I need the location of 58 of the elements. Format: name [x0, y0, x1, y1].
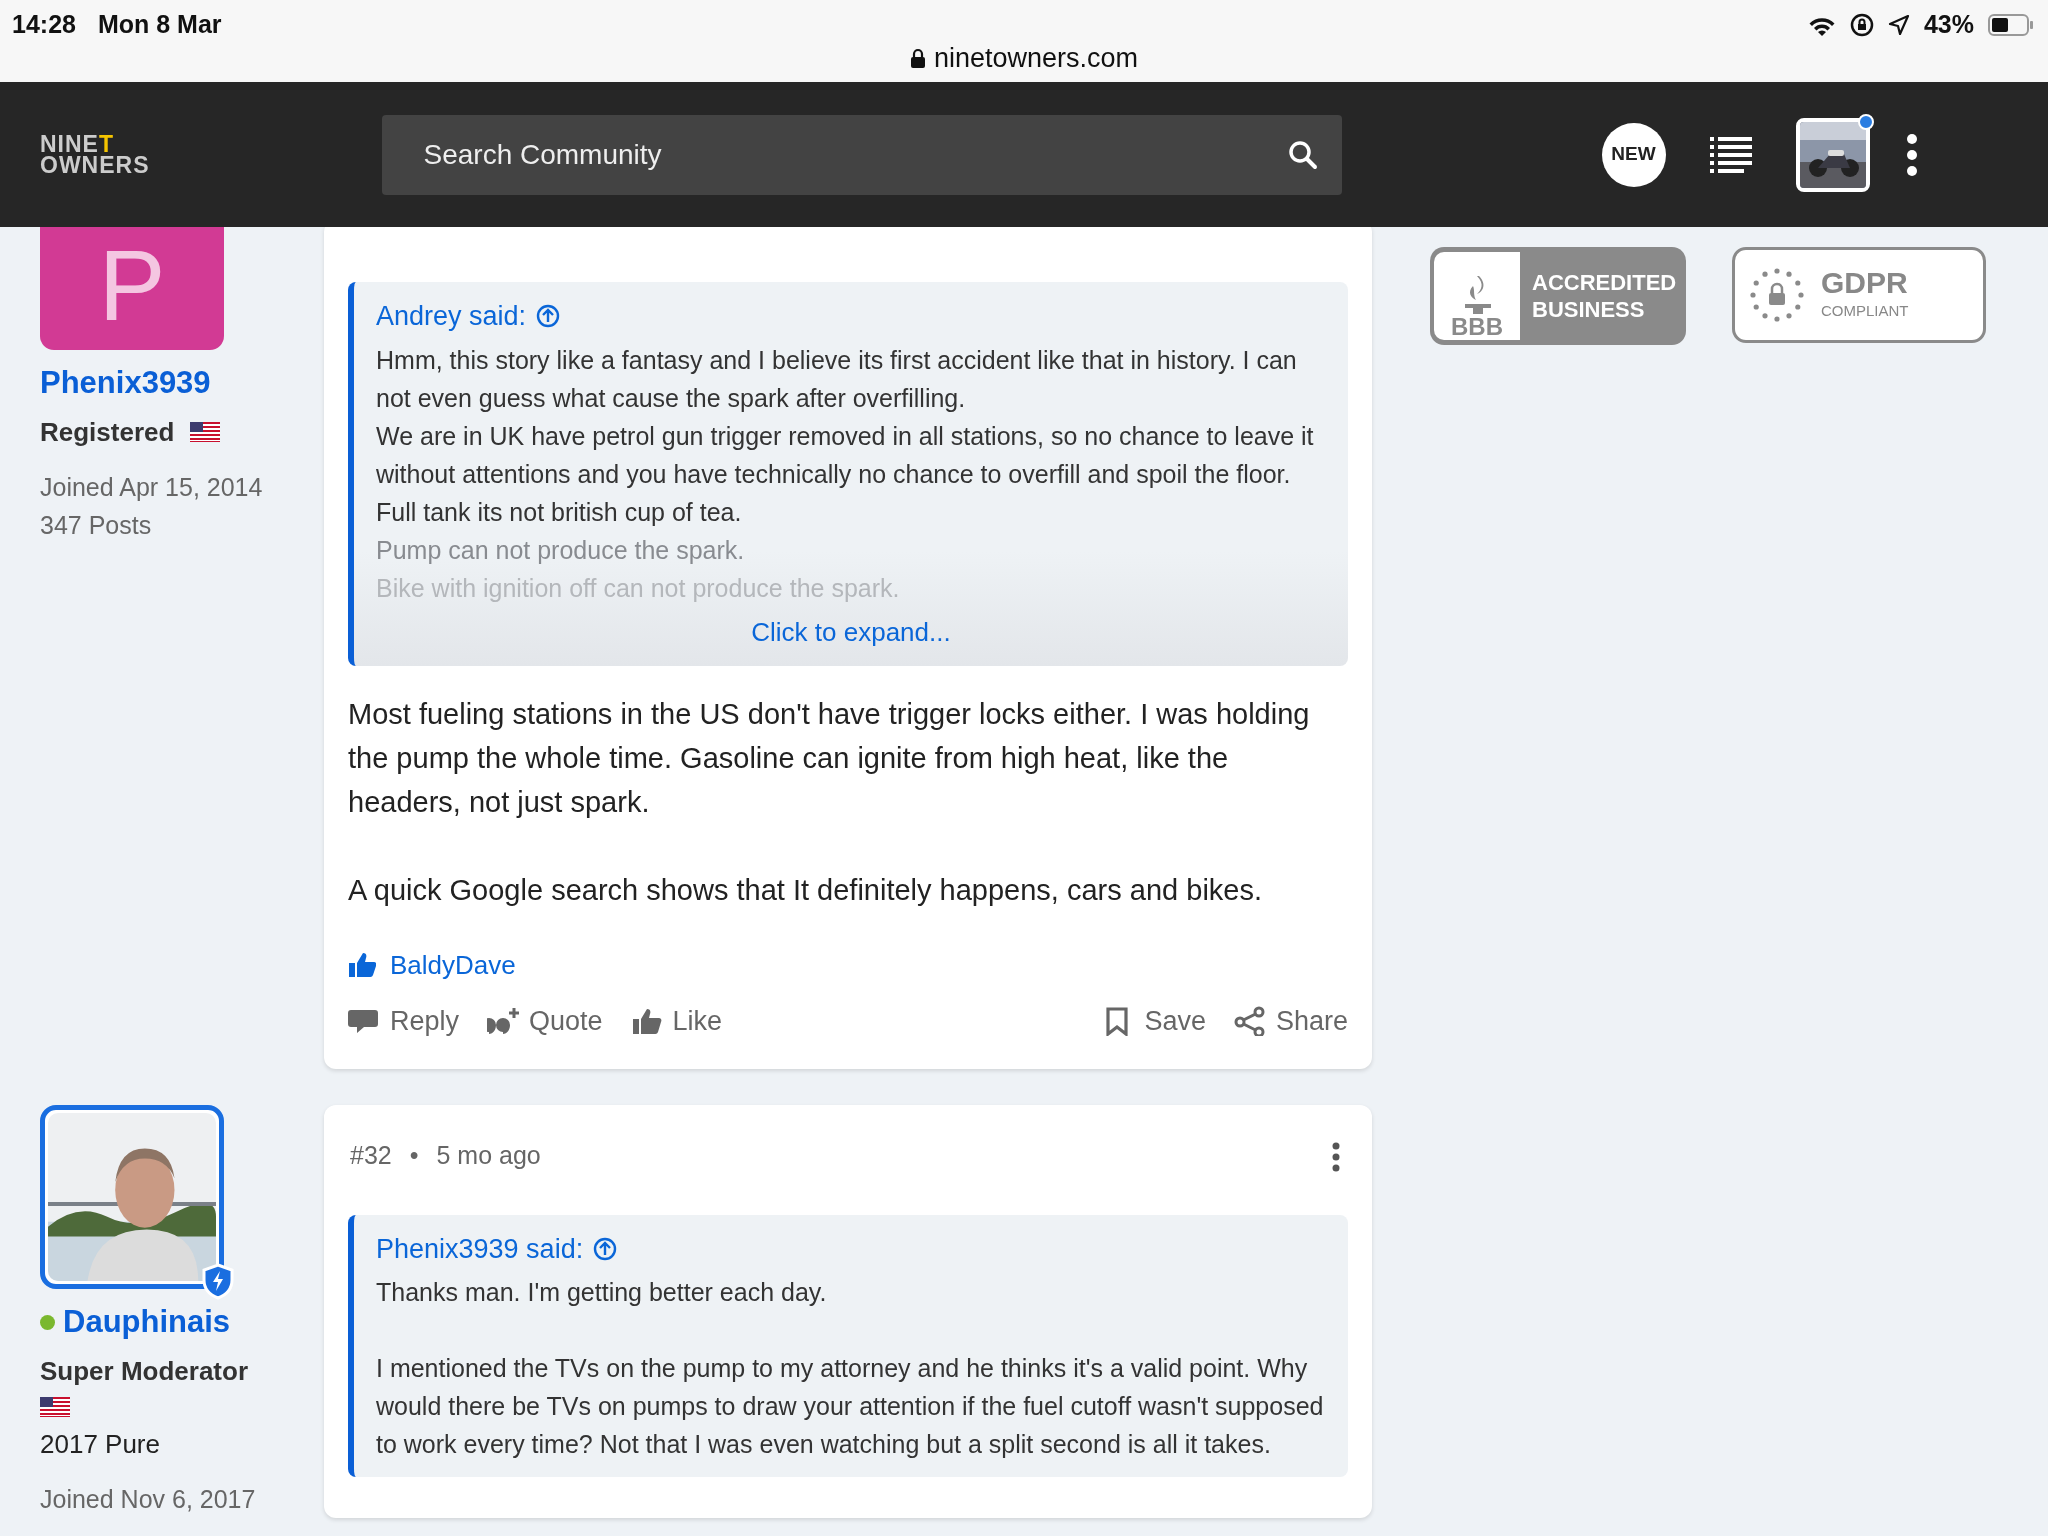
- rotation-lock-icon: [1849, 12, 1874, 37]
- quote-icon: [487, 1005, 520, 1036]
- share-icon: [1233, 1005, 1266, 1036]
- search-field[interactable]: Search Community: [381, 114, 1342, 195]
- compliance-badge[interactable]: GDPR COMPLIANT: [1732, 247, 1986, 343]
- user-avatar[interactable]: P: [40, 227, 224, 350]
- new-button[interactable]: NEW: [1601, 122, 1666, 187]
- action-button[interactable]: Quote: [487, 1000, 603, 1041]
- user-role: Registered: [40, 415, 175, 449]
- quote-author-link[interactable]: Phenix3939 said:: [376, 1228, 618, 1269]
- quote-author-link[interactable]: Andrey said:: [376, 296, 561, 337]
- quote-text: Hmm, this story like a fantasy and I believe its first accident like that in history. I can not even guess what cause the spark after overfilling.: [376, 344, 1298, 414]
- arrow-up-circle-icon[interactable]: [536, 304, 561, 329]
- separator-dot: •: [409, 1140, 419, 1171]
- action-button[interactable]: Share: [1233, 1000, 1348, 1041]
- user-stat: 347 Posts: [40, 509, 153, 541]
- list-icon[interactable]: [1709, 135, 1752, 174]
- post-text: A quick Google search shows that It definitely happens, cars and bikes.: [348, 872, 1264, 908]
- more-icon[interactable]: [1905, 133, 1918, 176]
- action-button[interactable]: Like: [630, 1000, 723, 1041]
- user-role: Super Moderator: [40, 1354, 249, 1388]
- badge-text: BUSINESS: [1532, 296, 1646, 323]
- quote-text: We are in UK have petrol gun trigger removed in all stations, so no chance to leave it without attentions and you have technically no chance to overfill and spoil the floor. Full tank its not british cup of tea.: [376, 420, 1315, 528]
- liker-link[interactable]: BaldyDave: [390, 945, 516, 985]
- thumbs-up-icon: [348, 951, 376, 979]
- post-number-link[interactable]: #32: [350, 1137, 392, 1175]
- user-bike: 2017 Pure: [40, 1427, 161, 1461]
- expand-link[interactable]: Click to expand...: [376, 612, 1326, 652]
- badge-mark: BBB: [1451, 314, 1503, 340]
- battery-percent: 43%: [1923, 9, 1974, 40]
- quote-text: Thanks man. I'm getting better each day.: [376, 1277, 828, 1308]
- location-icon: [1887, 13, 1910, 36]
- status-time: 14:28: [12, 9, 76, 40]
- quote-text: Pump can not produce the spark.: [376, 534, 746, 566]
- quote-text: I mentioned the TVs on the pump to my attorney and he thinks it's a valid point. Why would there be TVs on pumps to draw your attention if the fuel cutoff wasn't supposed to work every time? Not that I was even watching but a split second is all it takes.: [376, 1353, 1325, 1460]
- user-stat: Joined Apr 15, 2014: [40, 471, 264, 503]
- lock-icon: [909, 48, 926, 69]
- arrow-up-circle-icon[interactable]: [593, 1236, 618, 1261]
- username-link[interactable]: Phenix3939: [40, 360, 211, 407]
- url-text[interactable]: ninetowners.com: [909, 38, 1139, 79]
- lock-stars-icon: [1747, 265, 1807, 325]
- battery-icon: [1988, 13, 2034, 36]
- username-link[interactable]: Dauphinais: [63, 1299, 231, 1346]
- badge-title: GDPR: [1821, 267, 1909, 299]
- status-date: Mon 8 Mar: [97, 9, 222, 40]
- action-button[interactable]: Save: [1102, 1000, 1206, 1041]
- post-text: Most fueling stations in the US don't have trigger locks either. I was holding the pump the whole time. Gasoline can ignite from high heat, like the headers, not just spark.: [348, 696, 1311, 820]
- more-icon: [1332, 1142, 1340, 1173]
- user-avatar[interactable]: [40, 1105, 224, 1289]
- user-stat: Joined Nov 6, 2017: [40, 1483, 257, 1515]
- badge-text: ACCREDITED: [1532, 269, 1677, 296]
- action-button[interactable]: Reply: [348, 1000, 460, 1041]
- post-time: 5 mo ago: [436, 1140, 541, 1171]
- badge-text: COMPLIANT: [1821, 301, 1909, 321]
- search-icon[interactable]: [1287, 139, 1318, 170]
- accredited-badge[interactable]: BBB ACCREDITED BUSINESS: [1430, 247, 1686, 345]
- quote-text: Bike with ignition off can not produce the spark.: [376, 572, 901, 604]
- site-logo[interactable]: NINET OWNERS: [40, 133, 150, 176]
